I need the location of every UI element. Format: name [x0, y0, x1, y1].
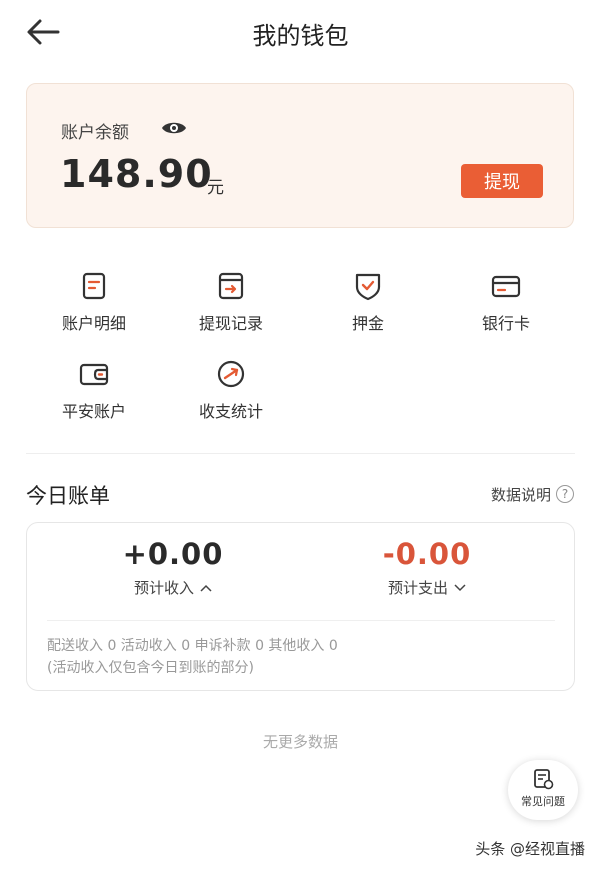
faq-icon: [534, 769, 554, 790]
faq-button[interactable]: 常见问题: [508, 760, 578, 820]
balance-label: 账户余额: [61, 123, 129, 143]
watermark: 头条 @经视直播: [475, 840, 585, 858]
expense-column: -0.00 预计支出: [327, 537, 527, 598]
income-breakdown: 配送收入 0 活动收入 0 申诉补款 0 其他收入 0: [47, 638, 338, 654]
today-bill-card: +0.00 预计收入 -0.00 预计支出 配送收入 0 活动收入 0 申诉补款…: [26, 522, 575, 691]
no-more-data-text: 无更多数据: [262, 733, 338, 751]
balance-amount: 148.90: [60, 152, 213, 196]
statistics-icon: [217, 360, 245, 388]
eye-icon[interactable]: [161, 119, 187, 137]
income-label: 预计收入: [133, 579, 194, 597]
menu-label: 银行卡: [481, 314, 530, 333]
balance-card: 账户余额 148.90 元 提现: [26, 83, 574, 228]
chevron-down-icon: [454, 583, 466, 591]
expense-amount: -0.00: [382, 537, 472, 571]
menu-item-income-stats[interactable]: 收支统计: [161, 358, 301, 428]
page-title: 我的钱包: [252, 22, 349, 50]
top-bar: 我的钱包: [0, 0, 601, 64]
expense-toggle[interactable]: 预计支出: [388, 577, 466, 598]
section-divider: [26, 453, 575, 454]
income-toggle[interactable]: 预计收入: [134, 577, 212, 598]
withdraw-button[interactable]: 提现: [461, 164, 543, 198]
menu-item-bank-card[interactable]: 银行卡: [436, 270, 576, 340]
bank-card-icon: [491, 275, 521, 298]
income-amount: +0.00: [122, 537, 224, 571]
menu-label: 收支统计: [198, 402, 263, 421]
faq-label: 常见问题: [521, 795, 565, 808]
chevron-up-icon: [200, 584, 212, 592]
question-icon: ?: [556, 485, 574, 503]
balance-unit: 元: [207, 178, 224, 198]
menu-item-pingan-account[interactable]: 平安账户: [24, 358, 164, 428]
bill-divider: [47, 620, 555, 621]
menu-item-withdraw-records[interactable]: 提现记录: [161, 270, 301, 340]
wallet-icon: [79, 363, 109, 386]
today-bill-title: 今日账单: [26, 484, 110, 508]
data-note-link[interactable]: 数据说明 ?: [491, 483, 574, 505]
activity-income-note: (活动收入仅包含今日到账的部分): [47, 660, 254, 676]
document-icon: [82, 272, 106, 300]
menu-label: 押金: [351, 314, 384, 333]
menu-label: 平安账户: [61, 402, 126, 421]
menu-label: 账户明细: [61, 314, 126, 333]
menu-item-account-details[interactable]: 账户明细: [24, 270, 164, 340]
expense-label: 预计支出: [387, 579, 448, 597]
menu-label: 提现记录: [198, 314, 263, 333]
data-note-label: 数据说明: [490, 485, 551, 504]
withdraw-record-icon: [218, 272, 244, 300]
shield-check-icon: [355, 273, 381, 301]
menu-item-deposit[interactable]: 押金: [298, 270, 438, 340]
income-column: +0.00 预计收入: [73, 537, 273, 598]
